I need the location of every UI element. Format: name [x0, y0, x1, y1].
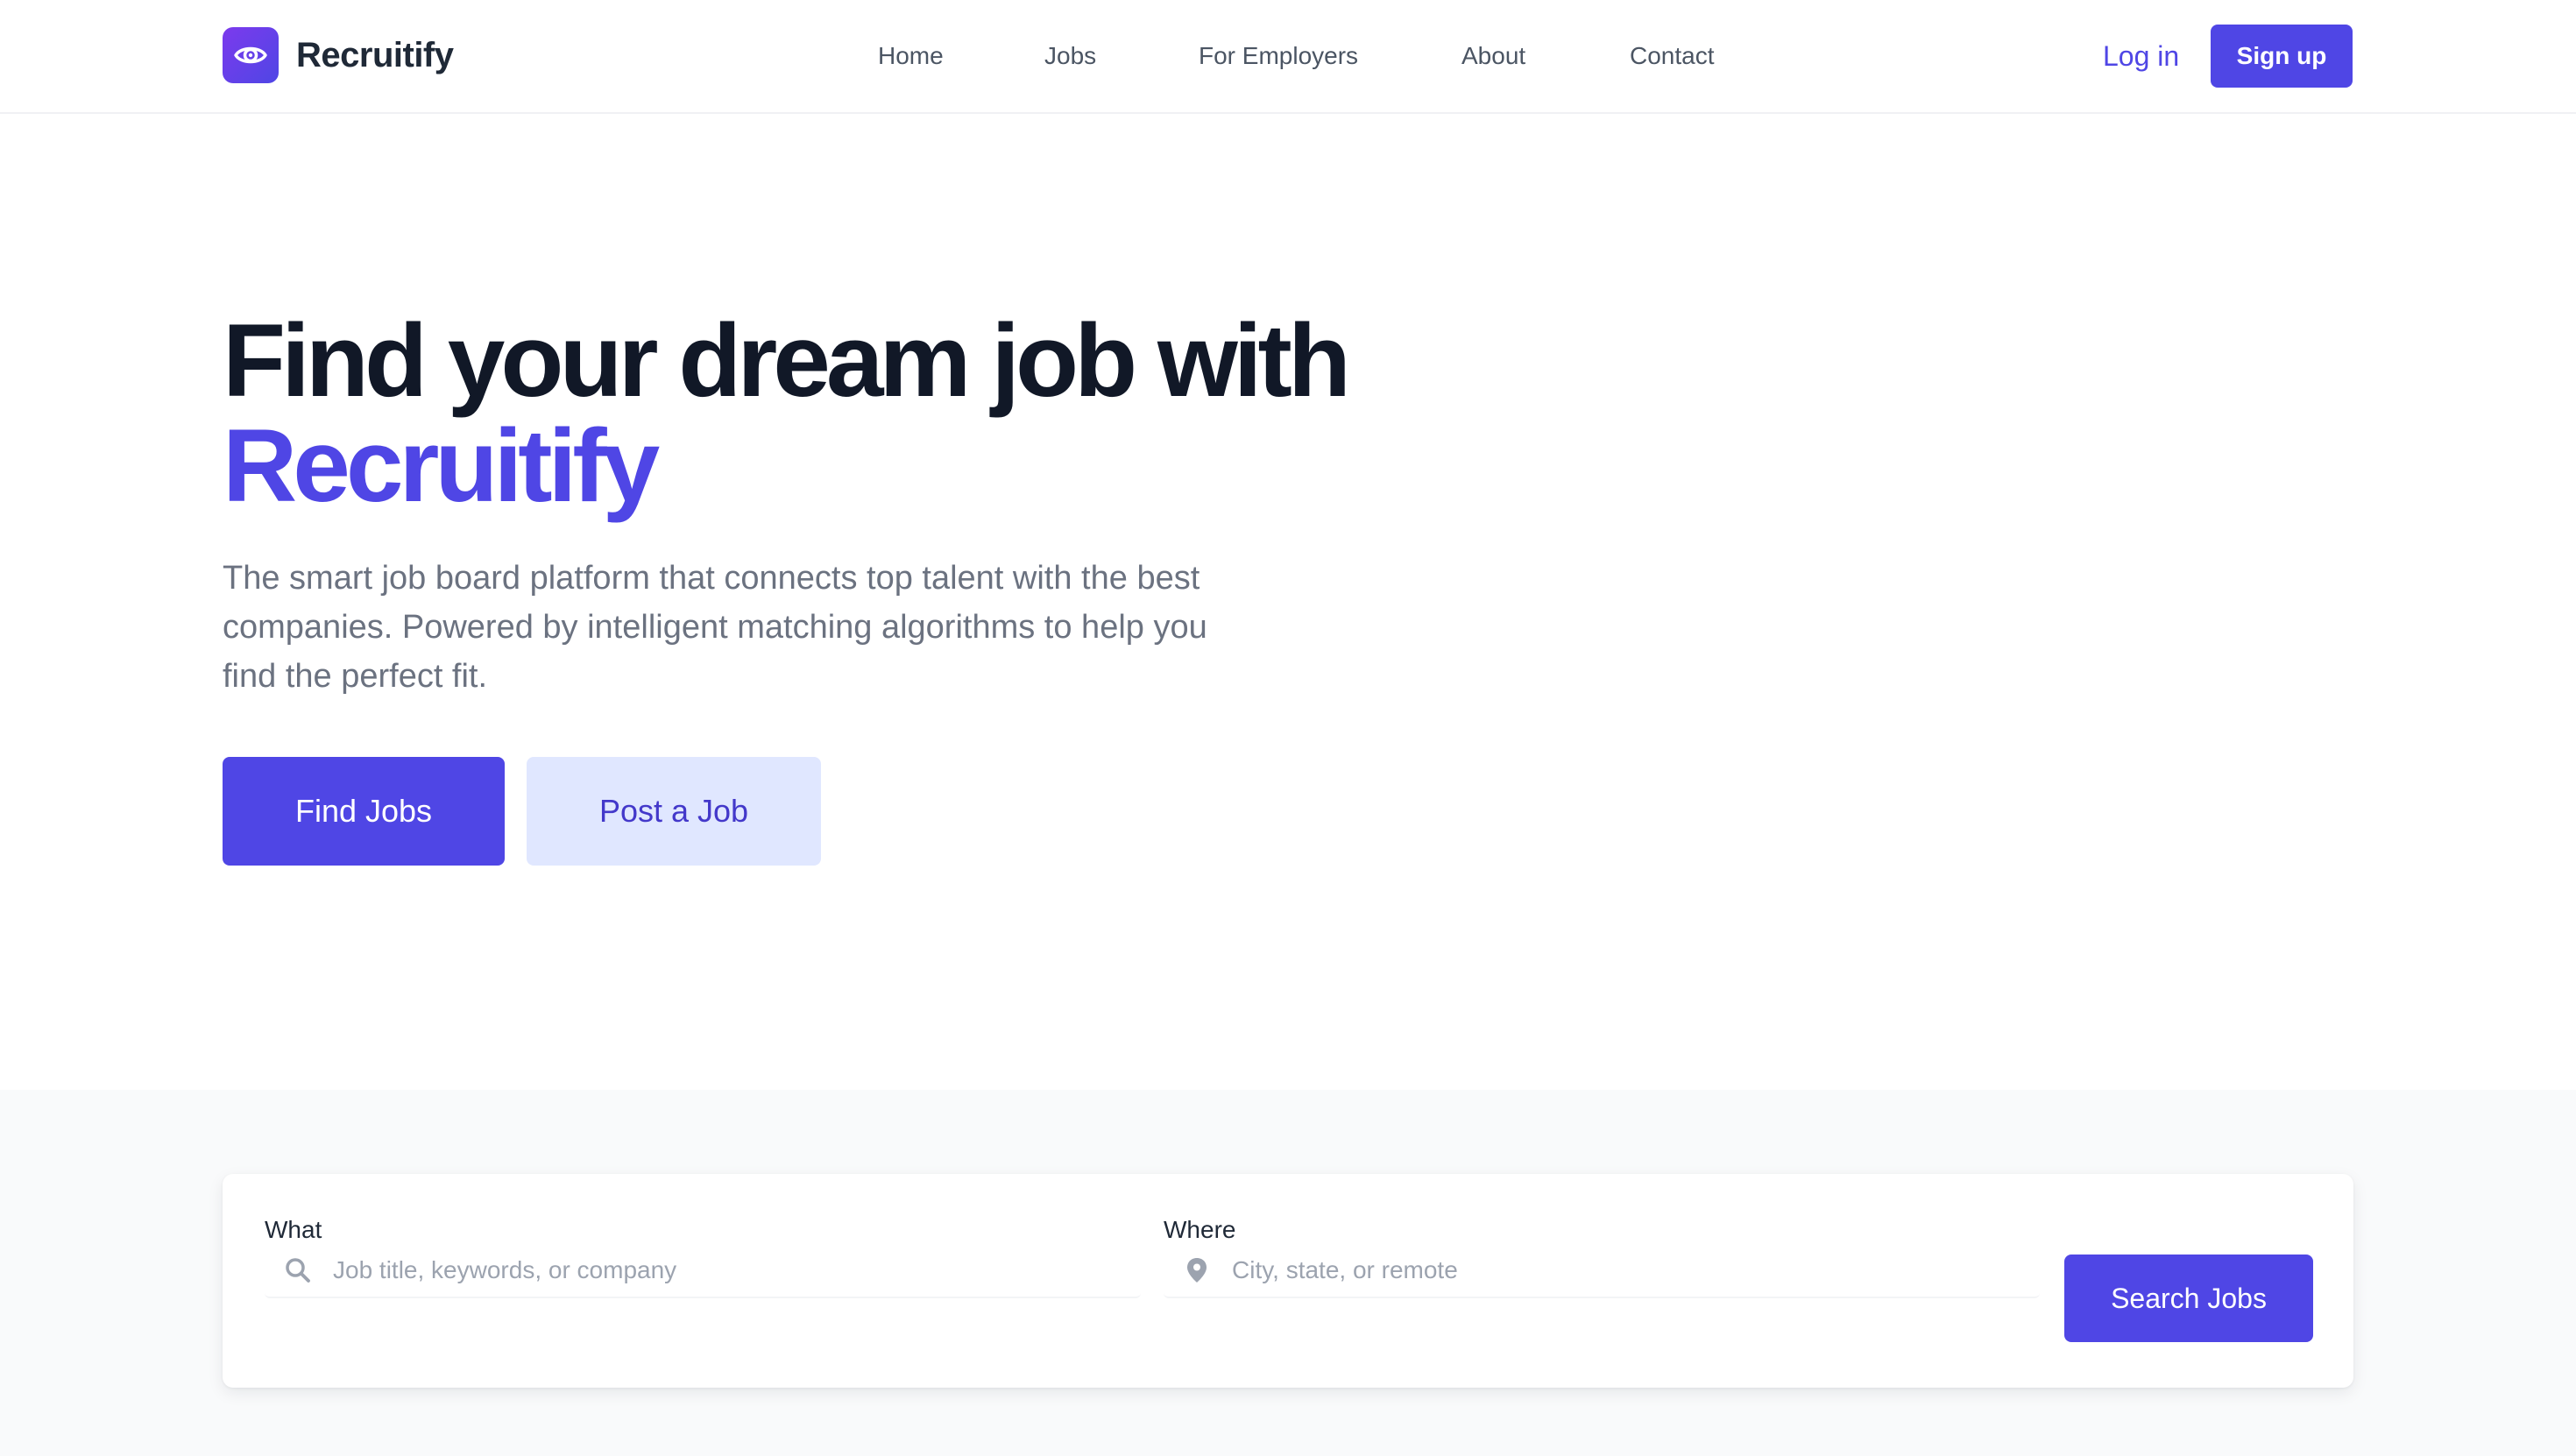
- what-label: What: [265, 1216, 322, 1243]
- nav-link-home[interactable]: Home: [878, 39, 944, 74]
- hero-title-accent: Recruitify: [223, 408, 660, 524]
- hero-title-line: Find your dream job with: [223, 303, 1351, 419]
- brand-logo: [223, 27, 279, 83]
- search-icon: [286, 1258, 310, 1283]
- hero-subtitle: The smart job board platform that connec…: [223, 560, 1207, 695]
- where-label: Where: [1164, 1216, 1236, 1243]
- what-input[interactable]: [333, 1244, 1122, 1297]
- nav-link-contact[interactable]: Contact: [1630, 39, 1715, 74]
- where-input[interactable]: [1232, 1244, 2020, 1297]
- login-link[interactable]: Log in: [2103, 37, 2179, 75]
- what-field[interactable]: [265, 1244, 1141, 1298]
- nav-link-jobs[interactable]: Jobs: [1044, 39, 1096, 74]
- signup-button[interactable]: Sign up: [2211, 25, 2353, 88]
- location-pin-icon: [1187, 1258, 1207, 1283]
- eye-icon: [234, 46, 267, 64]
- brand-name: Recruitify: [296, 35, 454, 74]
- post-a-job-button[interactable]: Post a Job: [527, 757, 821, 866]
- site-header: Recruitify Home Jobs For Employers About…: [0, 0, 2576, 114]
- search-section: What Where Search Jobs: [0, 1090, 2576, 1456]
- brand-home-link[interactable]: Recruitify: [223, 27, 454, 83]
- find-jobs-button[interactable]: Find Jobs: [223, 757, 505, 866]
- search-jobs-button[interactable]: Search Jobs: [2064, 1255, 2313, 1342]
- search-card: What Where Search Jobs: [223, 1174, 2353, 1388]
- nav-link-about[interactable]: About: [1461, 39, 1525, 74]
- nav-link-for-employers[interactable]: For Employers: [1199, 39, 1358, 74]
- hero-title: Find your dream job with Recruitify: [223, 308, 1351, 524]
- where-field[interactable]: [1164, 1244, 2040, 1298]
